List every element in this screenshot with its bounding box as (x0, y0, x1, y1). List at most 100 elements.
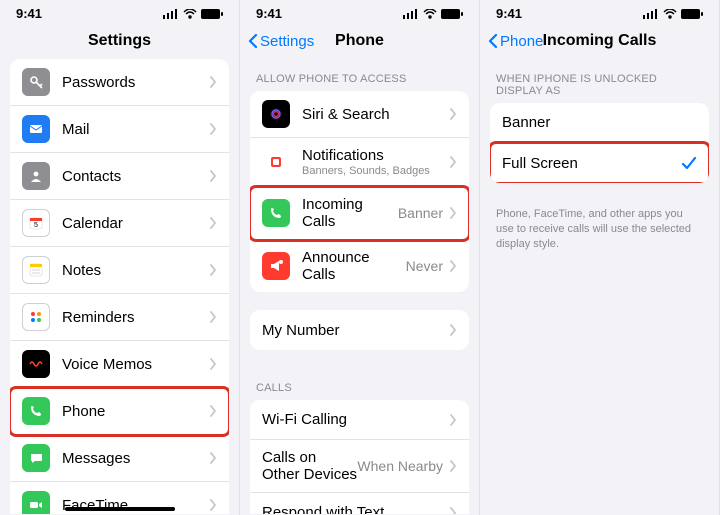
page-title: Settings (0, 32, 239, 50)
home-indicator[interactable] (65, 507, 175, 511)
display-options: Banner Full Screen (490, 103, 709, 183)
status-icons (163, 9, 223, 19)
my-number-group: My Number (250, 310, 469, 350)
option-row-banner[interactable]: Banner (490, 103, 709, 143)
my-number-row[interactable]: My Number (250, 310, 469, 350)
wifi-icon (423, 9, 437, 19)
contacts-icon (22, 162, 50, 190)
row-label: Voice Memos (62, 356, 209, 373)
settings-row-messages[interactable]: Messages (10, 435, 229, 482)
section-header-display: When iPhone is unlocked display as (480, 59, 719, 103)
back-button[interactable]: Phone (488, 33, 543, 50)
chevron-right-icon (209, 311, 217, 323)
settings-row-mail[interactable]: Mail (10, 106, 229, 153)
status-bar: 9:41 (0, 0, 239, 23)
announce-icon (262, 252, 290, 280)
chevron-right-icon (209, 405, 217, 417)
calendar-icon: 5 (22, 209, 50, 237)
option-row-full-screen[interactable]: Full Screen (490, 143, 709, 183)
row-label: Phone (62, 403, 209, 420)
checkmark-icon (681, 156, 697, 170)
option-label: Full Screen (502, 155, 681, 172)
navbar: Settings Phone (240, 23, 479, 59)
section-header-access: Allow Phone to access (240, 59, 479, 91)
signal-icon (163, 9, 179, 19)
status-icons (643, 9, 703, 19)
battery-icon (441, 9, 463, 19)
navbar: Phone Incoming Calls (480, 23, 719, 59)
calls-row-calls-on-other-devices[interactable]: Calls on Other DevicesWhen Nearby (250, 440, 469, 493)
incoming-calls-pane: 9:41 Phone Incoming Calls When iPhone is… (480, 0, 720, 515)
status-bar: 9:41 (480, 0, 719, 23)
chevron-right-icon (209, 123, 217, 135)
calls-list: Wi-Fi Calling Calls on Other DevicesWhen … (250, 400, 469, 514)
row-label: Calendar (62, 215, 209, 232)
chevron-right-icon (209, 264, 217, 276)
back-label: Phone (500, 33, 543, 50)
chevron-right-icon (209, 499, 217, 511)
back-button[interactable]: Settings (248, 33, 314, 50)
settings-row-voice-memos[interactable]: Voice Memos (10, 341, 229, 388)
access-row-incoming-calls[interactable]: Incoming CallsBanner (250, 187, 469, 240)
facetime-icon (22, 491, 50, 514)
settings-list: Passwords Mail Contacts 5 Calendar Notes Remin… (10, 59, 229, 514)
settings-row-notes[interactable]: Notes (10, 247, 229, 294)
chevron-right-icon (209, 452, 217, 464)
chevron-right-icon (449, 156, 457, 168)
row-label: Calls on Other Devices (262, 449, 357, 483)
calls-row-respond-with-text[interactable]: Respond with Text (250, 493, 469, 514)
chevron-right-icon (449, 460, 457, 472)
access-row-notifications[interactable]: NotificationsBanners, Sounds, Badges (250, 138, 469, 187)
row-label: Respond with Text (262, 504, 449, 514)
settings-row-phone[interactable]: Phone (10, 388, 229, 435)
row-label: Messages (62, 450, 209, 467)
status-icons (403, 9, 463, 19)
my-number-label: My Number (262, 322, 449, 339)
phone-icon (22, 397, 50, 425)
signal-icon (403, 9, 419, 19)
access-row-siri-search[interactable]: Siri & Search (250, 91, 469, 138)
calls-row-wi-fi-calling[interactable]: Wi-Fi Calling (250, 400, 469, 440)
chevron-left-icon (488, 33, 498, 49)
row-value: Banner (398, 205, 443, 221)
wifi-icon (663, 9, 677, 19)
settings-row-reminders[interactable]: Reminders (10, 294, 229, 341)
chevron-right-icon (449, 260, 457, 272)
siri-icon (262, 100, 290, 128)
row-label: Announce Calls (302, 249, 406, 283)
status-time: 9:41 (16, 6, 42, 21)
row-label: Notifications (302, 147, 449, 164)
chevron-right-icon (209, 76, 217, 88)
settings-row-passwords[interactable]: Passwords (10, 59, 229, 106)
access-list: Siri & Search NotificationsBanners, Sound… (250, 91, 469, 292)
row-label: Wi-Fi Calling (262, 411, 449, 428)
settings-pane: 9:41 Settings Passwords Mail Contacts 5 Cale… (0, 0, 240, 515)
chevron-right-icon (209, 217, 217, 229)
row-label: Reminders (62, 309, 209, 326)
signal-icon (643, 9, 659, 19)
chevron-left-icon (248, 33, 258, 49)
notes-icon (22, 256, 50, 284)
chevron-right-icon (449, 207, 457, 219)
status-time: 9:41 (256, 6, 282, 21)
svg-text:5: 5 (34, 222, 38, 229)
notifications-icon (262, 148, 290, 176)
settings-row-calendar[interactable]: 5 Calendar (10, 200, 229, 247)
chevron-right-icon (209, 170, 217, 182)
chevron-right-icon (449, 507, 457, 515)
back-label: Settings (260, 33, 314, 50)
settings-row-contacts[interactable]: Contacts (10, 153, 229, 200)
status-time: 9:41 (496, 6, 522, 21)
messages-icon (22, 444, 50, 472)
row-label: Contacts (62, 168, 209, 185)
option-label: Banner (502, 114, 697, 131)
chevron-right-icon (209, 358, 217, 370)
row-value: Never (406, 258, 443, 274)
access-row-announce-calls[interactable]: Announce CallsNever (250, 240, 469, 292)
battery-icon (681, 9, 703, 19)
navbar: Settings (0, 23, 239, 59)
row-label: Siri & Search (302, 106, 449, 123)
row-label: Mail (62, 121, 209, 138)
phone-settings-pane: 9:41 Settings Phone Allow Phone to acces… (240, 0, 480, 515)
chevron-right-icon (449, 324, 457, 336)
